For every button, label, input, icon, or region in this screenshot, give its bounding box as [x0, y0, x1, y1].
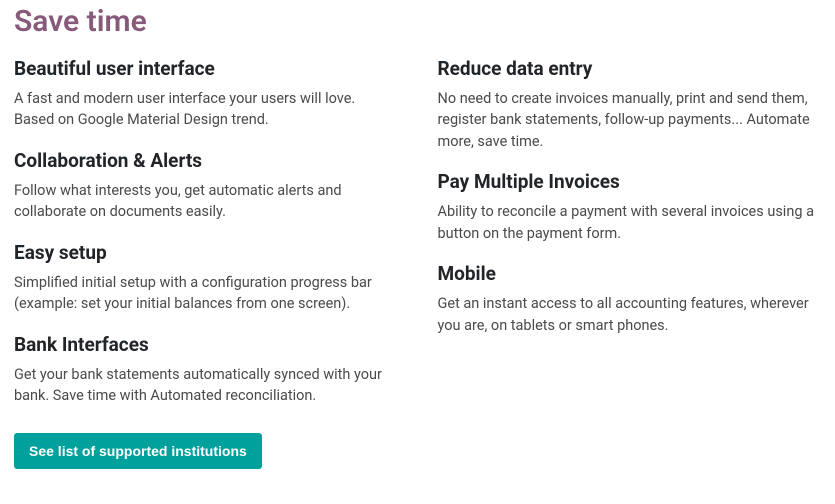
feature-desc: Get your bank statements automatically s… — [14, 364, 398, 407]
section-title: Save time — [14, 4, 821, 39]
feature-title: Reduce data entry — [438, 57, 822, 80]
feature-easy-setup: Easy setup Simplified initial setup with… — [14, 241, 398, 315]
feature-title: Bank Interfaces — [14, 333, 398, 356]
feature-desc: A fast and modern user interface your us… — [14, 88, 398, 131]
feature-desc: No need to create invoices manually, pri… — [438, 88, 822, 152]
feature-title: Pay Multiple Invoices — [438, 170, 822, 193]
feature-reduce-data-entry: Reduce data entry No need to create invo… — [438, 57, 822, 152]
feature-collaboration-alerts: Collaboration & Alerts Follow what inter… — [14, 149, 398, 223]
feature-desc: Follow what interests you, get automatic… — [14, 180, 398, 223]
feature-beautiful-ui: Beautiful user interface A fast and mode… — [14, 57, 398, 131]
feature-title: Easy setup — [14, 241, 398, 264]
feature-columns: Beautiful user interface A fast and mode… — [14, 57, 821, 469]
left-column: Beautiful user interface A fast and mode… — [14, 57, 398, 469]
feature-pay-multiple-invoices: Pay Multiple Invoices Ability to reconci… — [438, 170, 822, 244]
feature-bank-interfaces: Bank Interfaces Get your bank statements… — [14, 333, 398, 407]
feature-desc: Ability to reconcile a payment with seve… — [438, 201, 822, 244]
right-column: Reduce data entry No need to create invo… — [438, 57, 822, 469]
feature-title: Collaboration & Alerts — [14, 149, 398, 172]
feature-title: Mobile — [438, 262, 822, 285]
feature-desc: Simplified initial setup with a configur… — [14, 272, 398, 315]
feature-title: Beautiful user interface — [14, 57, 398, 80]
feature-desc: Get an instant access to all accounting … — [438, 293, 822, 336]
feature-mobile: Mobile Get an instant access to all acco… — [438, 262, 822, 336]
supported-institutions-button[interactable]: See list of supported institutions — [14, 433, 262, 469]
